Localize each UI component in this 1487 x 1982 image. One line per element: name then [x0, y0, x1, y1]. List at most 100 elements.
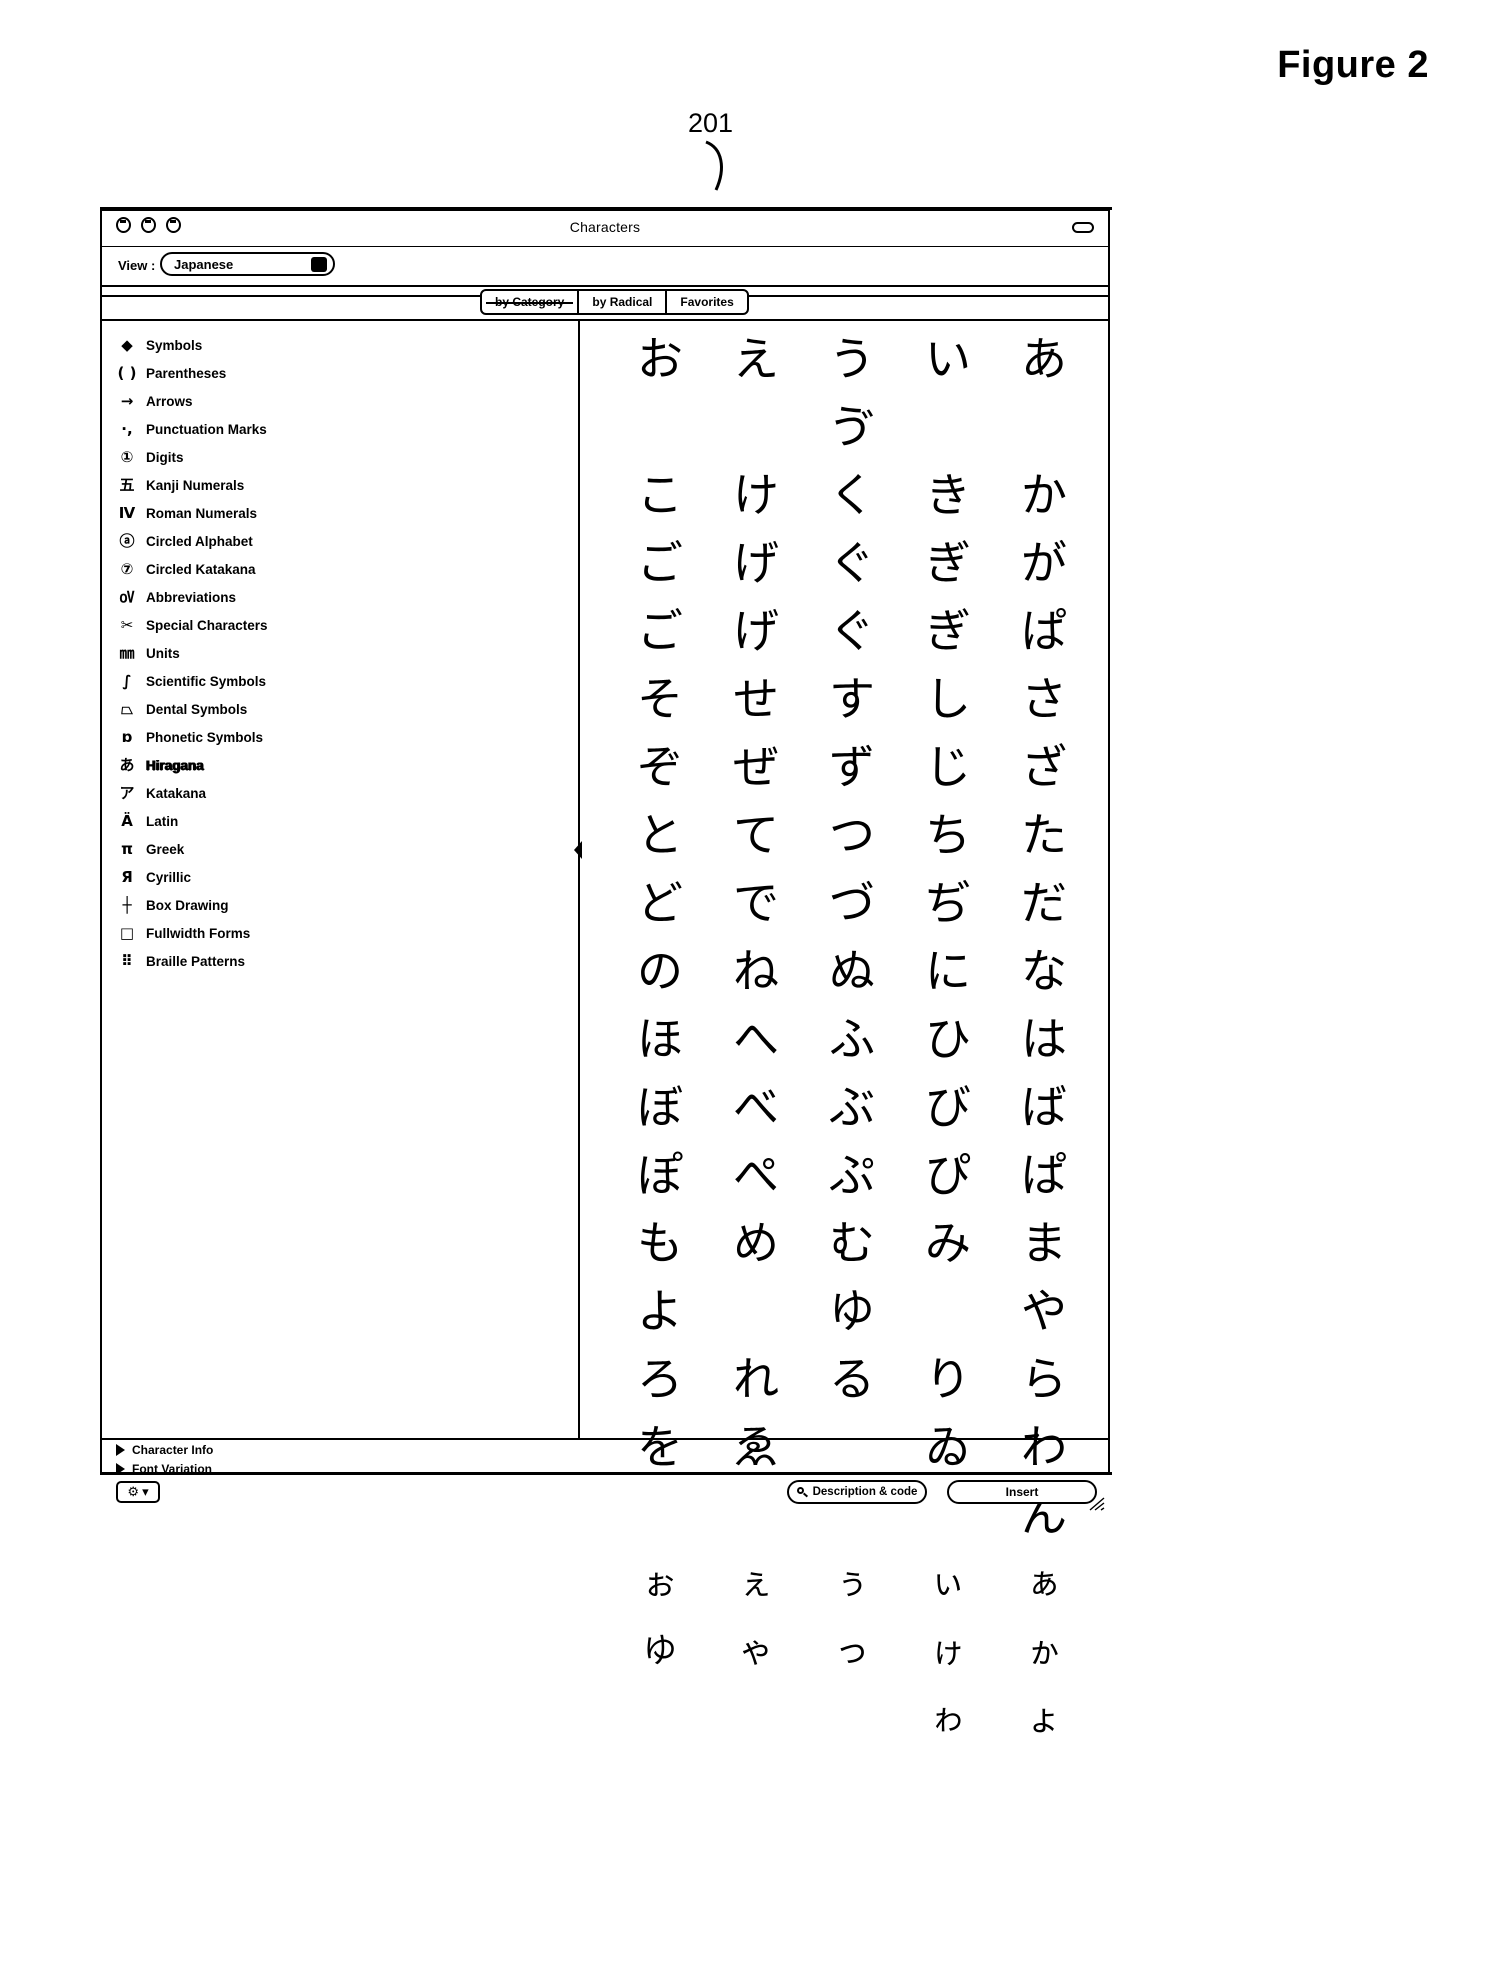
category-sidebar[interactable]: ◆ Symbols ( ) Parentheses → Arrows ·, Pu… — [102, 321, 582, 1438]
character-cell[interactable]: れ — [708, 1345, 804, 1413]
character-cell[interactable]: し — [900, 665, 996, 733]
character-cell[interactable]: ゆ — [804, 1277, 900, 1345]
character-cell[interactable]: ち — [900, 801, 996, 869]
character-cell[interactable]: き — [900, 461, 996, 529]
character-cell[interactable]: ぐ — [804, 529, 900, 597]
character-cell[interactable]: は — [996, 1005, 1092, 1073]
character-cell[interactable]: よ — [612, 1277, 708, 1345]
character-cell[interactable]: ゆ — [612, 1617, 708, 1685]
sidebar-item-dental-symbols[interactable]: ⏢ Dental Symbols — [102, 695, 578, 723]
character-cell[interactable]: つ — [804, 801, 900, 869]
description-code-button[interactable]: Description & code — [787, 1480, 927, 1504]
character-cell[interactable]: で — [708, 869, 804, 937]
character-cell[interactable]: ぢ — [900, 869, 996, 937]
sidebar-item-latin[interactable]: Ä Latin — [102, 807, 578, 835]
character-cell[interactable]: て — [708, 801, 804, 869]
sidebar-item-katakana[interactable]: ア Katakana — [102, 779, 578, 807]
tab-favorites[interactable]: Favorites — [665, 291, 746, 313]
character-cell[interactable]: げ — [708, 597, 804, 665]
character-cell[interactable]: く — [804, 461, 900, 529]
sidebar-item-roman-numerals[interactable]: Ⅳ Roman Numerals — [102, 499, 578, 527]
character-cell[interactable]: る — [804, 1345, 900, 1413]
character-cell[interactable]: そ — [612, 665, 708, 733]
toolbar-toggle-icon[interactable] — [1072, 222, 1094, 233]
character-cell[interactable]: だ — [996, 869, 1092, 937]
character-cell[interactable]: ぴ — [900, 1141, 996, 1209]
character-cell[interactable]: ひ — [900, 1005, 996, 1073]
view-popup-button[interactable]: Japanese — [160, 252, 335, 276]
character-cell[interactable]: と — [612, 801, 708, 869]
sidebar-item-arrows[interactable]: → Arrows — [102, 387, 578, 415]
sidebar-item-special-characters[interactable]: ✂ Special Characters — [102, 611, 578, 639]
character-cell[interactable]: ご — [612, 529, 708, 597]
character-cell[interactable]: ょ — [996, 1685, 1092, 1753]
character-cell[interactable]: び — [900, 1073, 996, 1141]
character-cell[interactable]: な — [996, 937, 1092, 1005]
sidebar-item-circled-katakana[interactable]: ⑦ Circled Katakana — [102, 555, 578, 583]
character-cell[interactable]: ぶ — [804, 1073, 900, 1141]
character-cell[interactable]: ぼ — [612, 1073, 708, 1141]
character-cell[interactable]: お — [612, 325, 708, 393]
character-cell[interactable]: い — [900, 325, 996, 393]
tab-by-radical[interactable]: by Radical — [577, 291, 665, 313]
character-cell[interactable]: ぱ — [996, 597, 1092, 665]
character-cell[interactable]: ゔ — [804, 393, 900, 461]
character-cell[interactable]: ら — [996, 1345, 1092, 1413]
sidebar-item-circled-alphabet[interactable]: ⓐ Circled Alphabet — [102, 527, 578, 555]
character-cell[interactable]: も — [612, 1209, 708, 1277]
character-cell[interactable]: ざ — [996, 733, 1092, 801]
character-cell[interactable]: ぽ — [612, 1141, 708, 1209]
character-cell[interactable]: ね — [708, 937, 804, 1005]
character-cell[interactable]: ぞ — [612, 733, 708, 801]
character-cell[interactable]: ゃ — [708, 1617, 804, 1685]
character-cell[interactable]: こ — [612, 461, 708, 529]
sidebar-item-braille-patterns[interactable]: ⠿ Braille Patterns — [102, 947, 578, 975]
action-gear-button[interactable]: ⚙ ▾ — [116, 1481, 160, 1503]
character-cell[interactable]: り — [900, 1345, 996, 1413]
character-cell[interactable]: ぅ — [804, 1549, 900, 1617]
character-cell[interactable]: ず — [804, 733, 900, 801]
sidebar-item-parentheses[interactable]: ( ) Parentheses — [102, 359, 578, 387]
character-cell[interactable]: ぉ — [612, 1549, 708, 1617]
character-cell[interactable]: え — [708, 325, 804, 393]
character-cell[interactable]: ゎ — [900, 1685, 996, 1753]
character-cell[interactable]: ぺ — [708, 1141, 804, 1209]
character-cell[interactable]: ぎ — [900, 529, 996, 597]
character-cell[interactable]: ご — [612, 597, 708, 665]
character-info-disclosure[interactable]: Character Info — [102, 1440, 1108, 1459]
character-cell[interactable]: ろ — [612, 1345, 708, 1413]
character-cell[interactable]: ほ — [612, 1005, 708, 1073]
character-cell[interactable]: に — [900, 937, 996, 1005]
character-cell[interactable]: け — [708, 461, 804, 529]
character-cell[interactable]: ふ — [804, 1005, 900, 1073]
character-cell[interactable]: せ — [708, 665, 804, 733]
sidebar-item-kanji-numerals[interactable]: 五 Kanji Numerals — [102, 471, 578, 499]
sidebar-item-units[interactable]: ㎜ Units — [102, 639, 578, 667]
character-cell[interactable]: ぷ — [804, 1141, 900, 1209]
character-cell[interactable]: ば — [996, 1073, 1092, 1141]
character-grid-pane[interactable]: あかがぱさざただなはばぱまやらわんぁゕょいきぎぎしじちぢにひびぴみりゐぃゖゎうゔ… — [580, 321, 1108, 1736]
character-cell[interactable]: べ — [708, 1073, 804, 1141]
character-cell[interactable]: ぐ — [804, 597, 900, 665]
character-cell[interactable]: げ — [708, 529, 804, 597]
sidebar-item-hiragana[interactable]: あ Hiragana — [102, 751, 578, 779]
sidebar-item-cyrillic[interactable]: Я Cyrillic — [102, 863, 578, 891]
sidebar-item-greek[interactable]: π Greek — [102, 835, 578, 863]
sidebar-item-punctuation-marks[interactable]: ·, Punctuation Marks — [102, 415, 578, 443]
character-cell[interactable]: ぱ — [996, 1141, 1092, 1209]
character-cell[interactable]: う — [804, 325, 900, 393]
resize-grip-icon[interactable] — [1089, 1497, 1105, 1511]
character-cell[interactable]: み — [900, 1209, 996, 1277]
character-cell[interactable]: へ — [708, 1005, 804, 1073]
sidebar-item-digits[interactable]: ① Digits — [102, 443, 578, 471]
character-cell[interactable]: た — [996, 801, 1092, 869]
character-cell[interactable]: め — [708, 1209, 804, 1277]
character-cell[interactable]: ぃ — [900, 1549, 996, 1617]
character-cell[interactable]: ぎ — [900, 597, 996, 665]
character-cell[interactable]: じ — [900, 733, 996, 801]
character-cell[interactable]: す — [804, 665, 900, 733]
character-cell[interactable]: ぬ — [804, 937, 900, 1005]
character-cell[interactable]: ゖ — [900, 1617, 996, 1685]
sidebar-item-abbreviations[interactable]: ㍵ Abbreviations — [102, 583, 578, 611]
sidebar-item-symbols[interactable]: ◆ Symbols — [102, 331, 578, 359]
